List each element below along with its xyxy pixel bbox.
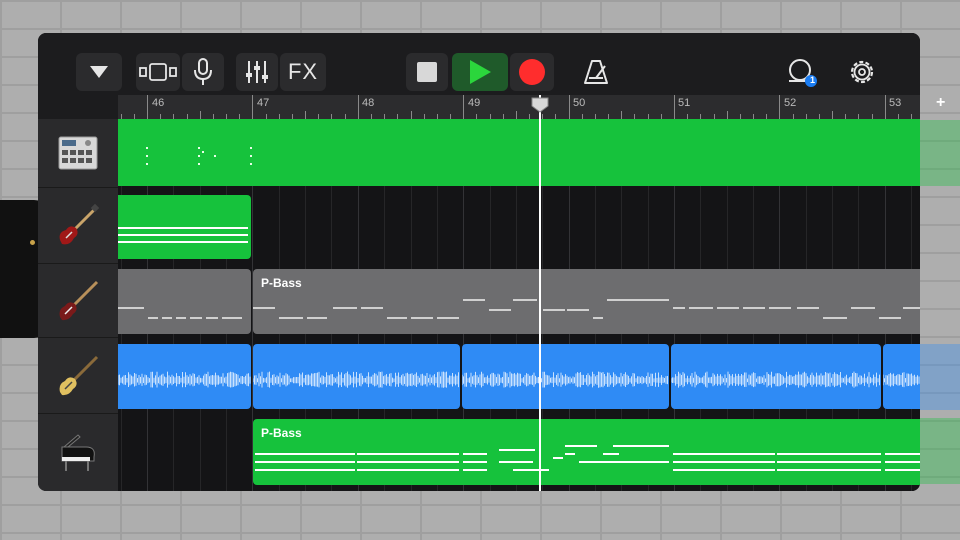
bar-label: 48 <box>362 97 375 109</box>
stop-icon <box>417 62 437 82</box>
microphone-button[interactable] <box>182 53 224 91</box>
ruler-bar-line <box>463 95 465 119</box>
ruler-tick <box>726 111 728 119</box>
waveform-path <box>462 371 668 388</box>
garageband-screen: FX 1 46 47 48 49 50 51 52 53 P-Bass P-Ba… <box>38 33 920 491</box>
mixer-button[interactable] <box>236 53 278 91</box>
electric-guitar-icon <box>59 203 100 244</box>
track-header-bass[interactable] <box>38 264 118 338</box>
ruler-tick <box>621 111 623 119</box>
track-view-button[interactable] <box>136 53 180 91</box>
metronome-icon <box>584 60 608 84</box>
bar-label: 52 <box>784 97 797 109</box>
gear-icon <box>850 60 874 84</box>
fx-button[interactable]: FX <box>280 53 326 91</box>
waveform-path <box>671 371 880 388</box>
waveform <box>883 372 920 388</box>
audio-region-4[interactable] <box>671 344 881 409</box>
microphone-icon <box>194 58 212 85</box>
play-button[interactable] <box>452 53 508 91</box>
ruler-bar-line <box>568 95 570 119</box>
bass-region-2[interactable]: P-Bass <box>253 269 920 334</box>
ruler-bar-line <box>357 95 359 119</box>
browser-toggle-button[interactable] <box>76 53 122 91</box>
ruler-tick <box>305 111 307 119</box>
playhead-line[interactable] <box>539 95 541 491</box>
loop-count-badge: 1 <box>810 75 816 85</box>
triangle-down-icon <box>90 66 108 78</box>
ghost-audio-region <box>920 344 960 410</box>
audio-region-5[interactable] <box>883 344 920 409</box>
waveform <box>462 371 668 388</box>
bar-label: 50 <box>573 97 586 109</box>
settings-button[interactable] <box>842 53 882 91</box>
waveform-path <box>118 371 251 388</box>
ruler-tick <box>832 111 834 119</box>
camera-dot <box>30 240 35 245</box>
guitar-region[interactable] <box>118 195 251 259</box>
ruler-bar-line <box>779 95 781 119</box>
play-icon <box>470 60 491 84</box>
ruler-bar-line <box>252 95 254 119</box>
add-track-icon[interactable]: + <box>936 94 945 112</box>
playhead-handle[interactable] <box>531 97 549 113</box>
loop-browser-button[interactable]: 1 <box>782 53 822 91</box>
bass-region-1[interactable] <box>118 269 251 334</box>
ruler-tick <box>410 111 412 119</box>
stop-button[interactable] <box>406 53 448 91</box>
waveform <box>671 371 880 388</box>
timeline-ruler[interactable]: 46 47 48 49 50 51 52 53 <box>118 95 920 120</box>
ruler-tick <box>199 111 201 119</box>
bar-label: 51 <box>678 97 691 109</box>
acoustic-bass-icon <box>59 355 99 395</box>
track-header-electric-guitar[interactable] <box>38 188 118 264</box>
ghost-drum-region <box>920 120 960 186</box>
region-name: P-Bass <box>261 426 302 440</box>
bar-label: 49 <box>468 97 481 109</box>
bar-label: 46 <box>152 97 165 109</box>
tracks-view-icon <box>139 63 177 81</box>
bar-label: 47 <box>257 97 270 109</box>
waveform-path <box>883 372 920 388</box>
grand-piano-icon <box>61 433 95 471</box>
audio-region-3[interactable] <box>462 344 669 409</box>
metronome-button[interactable] <box>574 53 618 91</box>
ruler-bar-line <box>884 95 886 119</box>
track-header-drums[interactable] <box>38 119 118 188</box>
record-button[interactable] <box>510 53 554 91</box>
waveform <box>118 371 251 388</box>
region-name: P-Bass <box>261 276 302 290</box>
waveform-path <box>253 371 459 388</box>
ruler-bar-line <box>674 95 675 119</box>
audio-region-1[interactable] <box>118 344 251 409</box>
record-icon <box>519 59 545 85</box>
drum-machine-icon <box>58 136 98 170</box>
ruler-bar-line <box>147 95 148 119</box>
waveform <box>253 371 459 388</box>
piano-region[interactable]: P-Bass <box>253 419 920 485</box>
tracks-area[interactable]: P-Bass P-Bass <box>118 119 920 491</box>
drum-region[interactable] <box>118 119 920 186</box>
track-header-piano[interactable] <box>38 414 118 491</box>
mixer-sliders-icon <box>246 61 268 83</box>
audio-region-2[interactable] <box>253 344 460 409</box>
ghost-piano-region <box>920 418 960 484</box>
track-header-acoustic-bass[interactable] <box>38 338 118 414</box>
bar-label: 53 <box>889 97 902 109</box>
ruler-tick <box>515 111 517 119</box>
toolbar: FX 1 <box>38 33 920 97</box>
bass-guitar-icon <box>59 280 99 320</box>
